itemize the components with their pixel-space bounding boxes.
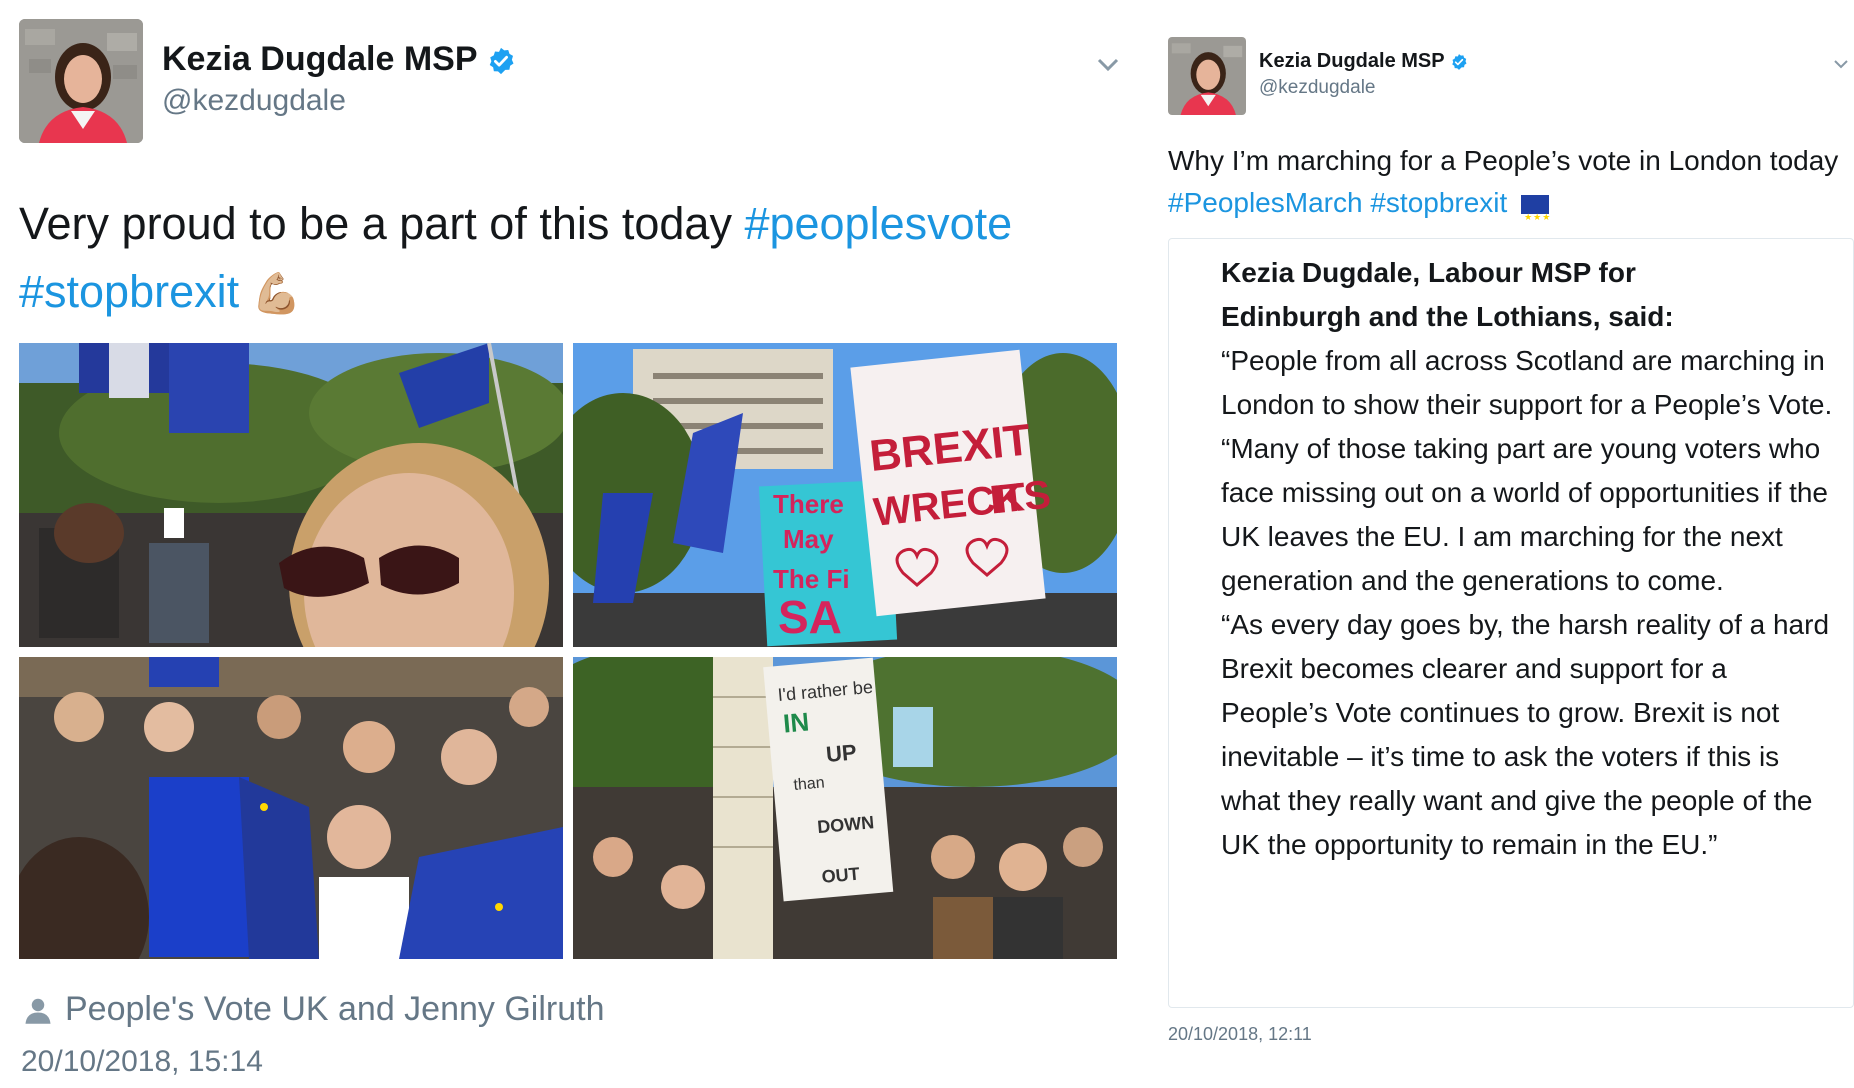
svg-text:IN: IN (782, 706, 811, 738)
statement-heading: Kezia Dugdale, Labour MSP for Edinburgh … (1221, 257, 1674, 332)
avatar[interactable] (1168, 37, 1246, 115)
photo-signs[interactable]: There May The Fi SA BREXIT WRECKS IT (573, 343, 1117, 647)
tweet-text: Very proud to be a part of this today #p… (19, 198, 1013, 317)
person-icon (25, 998, 51, 1024)
display-name[interactable]: Kezia Dugdale MSP (162, 40, 516, 79)
avatar[interactable] (19, 19, 143, 143)
handle[interactable]: @kezdugdale (162, 84, 346, 118)
statement-paragraph: “As every day goes by, the harsh reality… (1221, 609, 1830, 860)
tagged-users[interactable]: People's Vote UK and Jenny Gilruth (23, 990, 604, 1029)
handle[interactable]: @kezdugdale (1259, 77, 1375, 99)
photo-rather-sign[interactable]: I'd rather be IN UP than DOWN OUT (573, 657, 1117, 959)
svg-text:than: than (793, 774, 826, 794)
svg-text:OUT: OUT (821, 864, 861, 887)
statement-paragraph: “Many of those taking part are young vot… (1221, 433, 1829, 596)
svg-text:May: May (783, 524, 834, 554)
photo-crowd[interactable] (19, 657, 563, 959)
statement-paragraph: “People from all across Scotland are mar… (1221, 345, 1833, 420)
chevron-down-icon[interactable] (1832, 55, 1850, 73)
hashtag-link[interactable]: #PeoplesMarch (1168, 187, 1363, 218)
timestamp[interactable]: 20/10/2018, 15:14 (21, 1045, 263, 1079)
svg-text:UP: UP (825, 739, 858, 767)
verified-badge-icon (1452, 53, 1467, 70)
flexed-biceps-emoji: 💪🏼 (251, 272, 302, 316)
tweet-text: Why I’m marching for a People’s vote in … (1168, 140, 1848, 238)
photo-grid: There May The Fi SA BREXIT WRECKS IT I'd… (19, 343, 1117, 959)
hashtag-link[interactable]: #stopbrexit (19, 266, 239, 317)
statement-text: Kezia Dugdale, Labour MSP for Edinburgh … (1221, 251, 1841, 867)
photo-selfie[interactable] (19, 343, 563, 647)
eu-flag-icon (1521, 195, 1551, 238)
timestamp[interactable]: 20/10/2018, 12:11 (1168, 1024, 1312, 1045)
sign-say-text: There (773, 489, 844, 519)
verified-badge-icon (490, 47, 514, 75)
svg-text:IT: IT (988, 475, 1028, 522)
hashtag-link[interactable]: #peoplesvote (744, 198, 1012, 249)
hashtag-link[interactable]: #stopbrexit (1370, 187, 1507, 218)
quote-image-card[interactable]: Kezia Dugdale, Labour MSP for Edinburgh … (1168, 238, 1854, 1008)
svg-text:SA: SA (778, 591, 842, 643)
display-name[interactable]: Kezia Dugdale MSP (1259, 50, 1468, 73)
svg-text:The Fi: The Fi (773, 564, 850, 594)
chevron-down-icon[interactable] (1094, 50, 1122, 78)
